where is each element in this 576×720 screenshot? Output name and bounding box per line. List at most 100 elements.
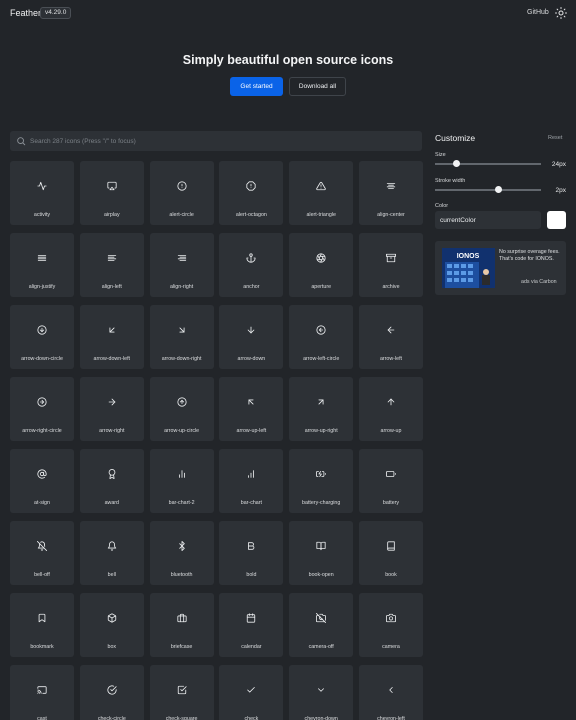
icon-tile-label: align-justify	[28, 284, 56, 290]
size-value: 24px	[551, 161, 566, 168]
icon-tile-alert-circle[interactable]: alert-circle	[149, 161, 214, 225]
icon-tile-chevron-left[interactable]: chevron-left	[358, 665, 423, 720]
icon-tile-arrow-down[interactable]: arrow-down	[219, 305, 284, 369]
icon-tile-align-justify[interactable]: align-justify	[10, 233, 74, 297]
icon-tile-arrow-right[interactable]: arrow-right	[79, 377, 144, 441]
icon-tile-label: check-circle	[97, 716, 126, 720]
icon-tile-bell[interactable]: bell	[79, 521, 144, 585]
alert-circle-icon	[177, 181, 187, 191]
bar-chart-icon	[248, 470, 255, 478]
icon-tile-arrow-down-circle[interactable]: arrow-down-circle	[10, 305, 74, 369]
ad-text[interactable]: No surprise overage fees. That's code fo…	[499, 249, 563, 264]
color-input[interactable]	[435, 211, 541, 229]
icon-tile-anchor[interactable]: anchor	[219, 233, 284, 297]
stroke-width-slider[interactable]	[435, 189, 541, 191]
icon-tile-bar-chart-2[interactable]: bar-chart-2	[149, 449, 214, 513]
bell-off-icon	[37, 541, 47, 551]
color-swatch[interactable]	[547, 211, 566, 229]
icon-tile-battery[interactable]: battery	[358, 449, 423, 513]
icon-tile-arrow-up-right[interactable]: arrow-up-right	[289, 377, 354, 441]
icon-tile-label: arrow-up-right	[304, 428, 338, 434]
size-slider[interactable]	[435, 163, 541, 165]
bell-icon	[107, 541, 116, 551]
ad-via-carbon[interactable]: ads via Carbon	[521, 279, 557, 285]
icon-tile-alert-triangle[interactable]: alert-triangle	[289, 161, 354, 225]
battery-charging-icon	[316, 471, 327, 477]
align-left-icon	[107, 255, 116, 261]
icon-tile-alert-octagon[interactable]: alert-octagon	[219, 161, 284, 225]
icon-tile-award[interactable]: award	[79, 449, 144, 513]
icon-tile-label: at-sign	[34, 500, 50, 506]
search-box[interactable]	[10, 131, 422, 151]
icon-tile-align-right[interactable]: align-right	[149, 233, 214, 297]
icon-tile-check[interactable]: check	[219, 665, 284, 720]
icon-tile-label: arrow-left	[379, 356, 403, 362]
check-circle-icon	[107, 685, 117, 695]
icon-tile-label: check	[244, 716, 259, 720]
icon-tile-battery-charging[interactable]: battery-charging	[289, 449, 354, 513]
icon-tile-label: bell-off	[34, 572, 50, 578]
version-badge: v4.29.0	[40, 7, 72, 19]
icon-tile-box[interactable]: box	[79, 593, 144, 657]
size-slider-thumb[interactable]	[452, 160, 460, 167]
icon-tile-label: anchor	[243, 284, 260, 290]
reset-button[interactable]: Reset	[548, 135, 562, 141]
align-right-icon	[177, 255, 186, 261]
stroke-width-slider-thumb[interactable]	[495, 186, 503, 193]
icon-tile-label: bold	[246, 572, 257, 578]
icon-tile-arrow-down-right[interactable]: arrow-down-right	[149, 305, 214, 369]
logo[interactable]: Feather	[10, 8, 41, 18]
github-link[interactable]: GitHub	[527, 9, 549, 16]
icon-tile-bold[interactable]: bold	[219, 521, 284, 585]
icon-tile-check-square[interactable]: check-square	[149, 665, 214, 720]
archive-icon	[385, 253, 396, 263]
icon-tile-bar-chart[interactable]: bar-chart	[219, 449, 284, 513]
icon-tile-align-left[interactable]: align-left	[79, 233, 144, 297]
arrow-left-circle-icon	[316, 325, 326, 335]
icon-tile-chevron-down[interactable]: chevron-down	[289, 665, 354, 720]
check-square-icon	[177, 685, 187, 695]
arrow-up-circle-icon	[177, 397, 187, 407]
icon-tile-camera[interactable]: camera	[358, 593, 423, 657]
icon-tile-bookmark[interactable]: bookmark	[10, 593, 74, 657]
icon-tile-arrow-left[interactable]: arrow-left	[358, 305, 423, 369]
icon-tile-camera-off[interactable]: camera-off	[289, 593, 354, 657]
icon-tile-label: alert-triangle	[306, 212, 336, 218]
icon-tile-arrow-right-circle[interactable]: arrow-right-circle	[10, 377, 74, 441]
icon-tile-check-circle[interactable]: check-circle	[79, 665, 144, 720]
activity-icon	[37, 181, 47, 191]
icon-tile-archive[interactable]: archive	[358, 233, 423, 297]
get-started-button[interactable]: Get started	[230, 77, 283, 96]
download-all-button[interactable]: Download all	[289, 77, 346, 96]
icon-tile-arrow-left-circle[interactable]: arrow-left-circle	[289, 305, 354, 369]
icon-tile-bell-off[interactable]: bell-off	[10, 521, 74, 585]
icon-tile-calendar[interactable]: calendar	[219, 593, 284, 657]
icon-tile-align-center[interactable]: align-center	[358, 161, 423, 225]
icon-tile-briefcase[interactable]: briefcase	[149, 593, 214, 657]
icon-tile-label: airplay	[103, 212, 120, 218]
icon-tile-label: chevron-down	[304, 716, 338, 720]
search-input[interactable]	[30, 131, 410, 151]
sun-icon[interactable]	[555, 7, 567, 19]
icon-tile-airplay[interactable]: airplay	[79, 161, 144, 225]
icon-tile-label: calendar	[241, 644, 262, 650]
icon-tile-activity[interactable]: activity	[10, 161, 74, 225]
aperture-icon	[316, 253, 326, 263]
icon-tile-label: alert-circle	[169, 212, 194, 218]
ad-image[interactable]: IONOS	[442, 248, 495, 288]
icon-tile-label: camera-off	[308, 644, 334, 650]
icon-tile-at-sign[interactable]: at-sign	[10, 449, 74, 513]
icon-tile-book[interactable]: book	[358, 521, 423, 585]
icon-tile-label: arrow-down-right	[161, 356, 202, 362]
icon-tile-book-open[interactable]: book-open	[289, 521, 354, 585]
icon-tile-aperture[interactable]: aperture	[289, 233, 354, 297]
icon-tile-cast[interactable]: cast	[10, 665, 74, 720]
icon-tile-arrow-up[interactable]: arrow-up	[358, 377, 423, 441]
icon-tile-arrow-up-circle[interactable]: arrow-up-circle	[149, 377, 214, 441]
icon-tile-arrow-up-left[interactable]: arrow-up-left	[219, 377, 284, 441]
carbon-ad[interactable]: IONOS No surprise overage fees. That's c…	[435, 241, 566, 295]
icon-tile-arrow-down-left[interactable]: arrow-down-left	[79, 305, 144, 369]
customize-title: Customize	[435, 133, 476, 143]
icon-tile-bluetooth[interactable]: bluetooth	[149, 521, 214, 585]
battery-icon	[385, 471, 396, 477]
